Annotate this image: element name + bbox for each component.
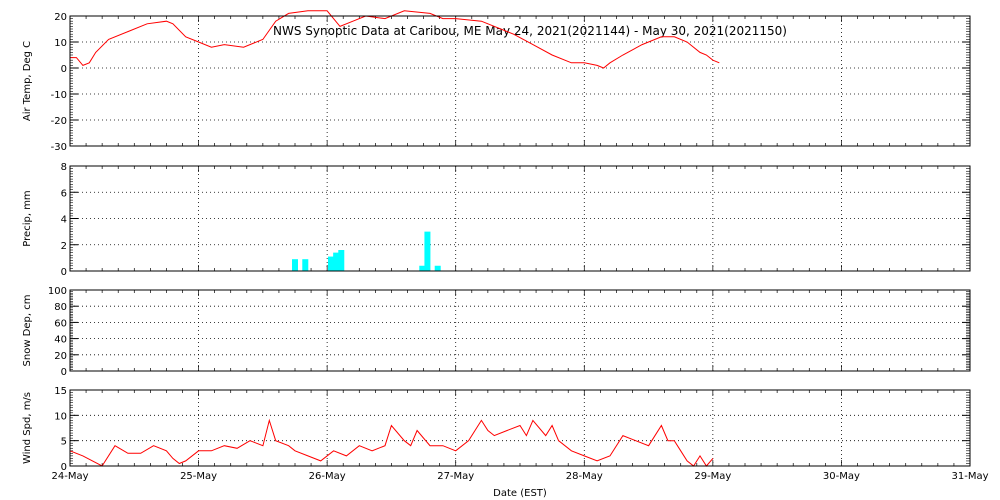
y-tick-label: 40 bbox=[54, 335, 67, 346]
y-tick-label: 8 bbox=[61, 162, 67, 173]
y-tick-label: 15 bbox=[54, 386, 67, 397]
precip-bar bbox=[302, 259, 309, 271]
y-tick-label: 0 bbox=[61, 367, 67, 378]
precip-bar bbox=[338, 250, 345, 271]
x-tick-labels: 24-May 25-May 26-May 27-May 28-May 29-May 30-M… bbox=[51, 471, 988, 482]
y-tick-label: -30 bbox=[51, 142, 67, 153]
y-tick-label: 60 bbox=[54, 318, 67, 329]
x-tick-label: 27-May bbox=[437, 471, 474, 482]
y-tick-label: 0 bbox=[61, 64, 67, 75]
y-tick-label: 0 bbox=[61, 267, 67, 278]
y-tick-label: 2 bbox=[61, 241, 67, 252]
precip-bar bbox=[419, 265, 426, 271]
panel-2: 0 2 4 6 8 Precip, mm bbox=[22, 162, 971, 278]
chart-title: NWS Synoptic Data at Caribou, ME May 24,… bbox=[273, 24, 787, 38]
y-tick-label: -20 bbox=[51, 116, 67, 127]
y-tick-label: 6 bbox=[61, 188, 67, 199]
x-tick-label: 28-May bbox=[566, 471, 603, 482]
y-tick-label: 100 bbox=[48, 286, 67, 297]
y-tick-label: 20 bbox=[54, 351, 67, 362]
panel-frame bbox=[69, 389, 971, 467]
y-tick-label: 80 bbox=[54, 302, 67, 313]
chart-canvas: NWS Synoptic Data at Caribou, ME May 24,… bbox=[22, 10, 989, 499]
y-axis-label: Air Temp, Deg C bbox=[22, 41, 33, 121]
precip-bar bbox=[434, 265, 441, 271]
x-tick-label: 29-May bbox=[694, 471, 731, 482]
panels-group: -30 -20 -10 0 10 20 Air Temp, Deg C 0 2 4 6 8 Precip… bbox=[22, 10, 989, 482]
panel-3: 0 20 40 60 80 100 Snow Dep, cm bbox=[22, 286, 971, 378]
y-tick-label: 10 bbox=[54, 411, 67, 422]
panel-frame bbox=[69, 289, 971, 372]
precip-bar bbox=[292, 259, 298, 271]
x-tick-label: 25-May bbox=[180, 471, 217, 482]
y-tick-label: 4 bbox=[61, 215, 67, 226]
y-tick-label: 20 bbox=[54, 12, 67, 23]
x-tick-label: 24-May bbox=[51, 471, 88, 482]
y-axis-label: Precip, mm bbox=[22, 190, 33, 246]
precip-bar bbox=[424, 231, 431, 271]
y-tick-label: 5 bbox=[61, 437, 67, 448]
x-tick-label: 30-May bbox=[823, 471, 860, 482]
x-tick-label: 31-May bbox=[951, 471, 988, 482]
series-line-1 bbox=[70, 10, 720, 69]
y-tick-label: -10 bbox=[51, 90, 67, 101]
y-tick-label: 10 bbox=[54, 38, 67, 49]
y-axis-label: Wind Spd, m/s bbox=[22, 392, 33, 464]
x-axis-label: Date (EST) bbox=[493, 488, 547, 499]
x-tick-label: 26-May bbox=[309, 471, 346, 482]
panel-4: 051015Wind Spd, m/s bbox=[22, 386, 971, 473]
series-line-4 bbox=[69, 418, 714, 467]
y-axis-label: Snow Dep, cm bbox=[22, 295, 33, 367]
precip-bar bbox=[328, 256, 334, 271]
precip-bar bbox=[333, 252, 340, 271]
